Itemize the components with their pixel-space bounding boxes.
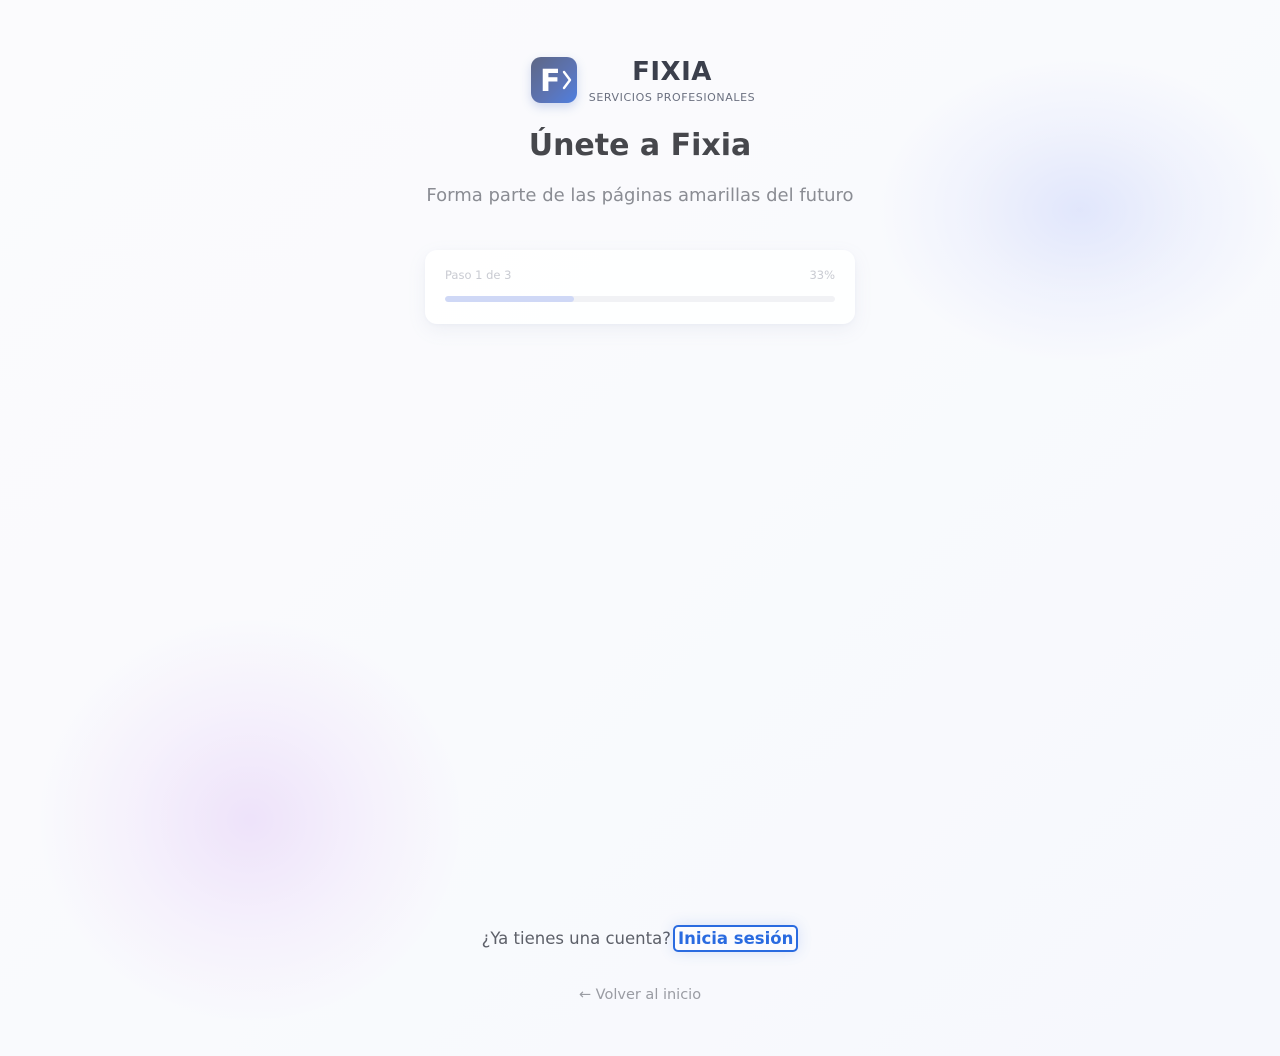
progress-step-label: Paso 1 de 3 (445, 268, 512, 282)
logo-letter: F (540, 64, 561, 99)
background-blob-purple (40, 620, 460, 1020)
brand-name: FIXIA (632, 56, 712, 87)
background-blob-blue (880, 60, 1280, 360)
brand-header: F FIXIA SERVICIOS PROFESIONALES (531, 56, 755, 104)
signup-page: F FIXIA SERVICIOS PROFESIONALES Únete a … (0, 0, 1280, 1056)
page-subtitle: Forma parte de las páginas amarillas del… (426, 185, 854, 206)
progress-percent-label: 33% (809, 268, 835, 282)
login-prompt-row: ¿Ya tienes una cuenta? Inicia sesión (0, 925, 1280, 952)
progress-card: Paso 1 de 3 33% (425, 250, 855, 324)
brand-tagline: SERVICIOS PROFESIONALES (588, 90, 756, 104)
progress-track (445, 296, 835, 302)
brand-text: FIXIA SERVICIOS PROFESIONALES (589, 56, 755, 104)
back-to-home-link[interactable]: ← Volver al inicio (0, 987, 1280, 1003)
progress-fill (445, 296, 574, 302)
chevron-right-icon (562, 70, 572, 90)
fixia-logo-mark: F (540, 64, 572, 99)
page-title: Únete a Fixia (528, 128, 752, 163)
fixia-logo-icon: F (531, 57, 577, 103)
progress-header: Paso 1 de 3 33% (445, 268, 835, 282)
login-prompt-text: ¿Ya tienes una cuenta? (481, 929, 671, 948)
login-link[interactable]: Inicia sesión (672, 925, 799, 952)
